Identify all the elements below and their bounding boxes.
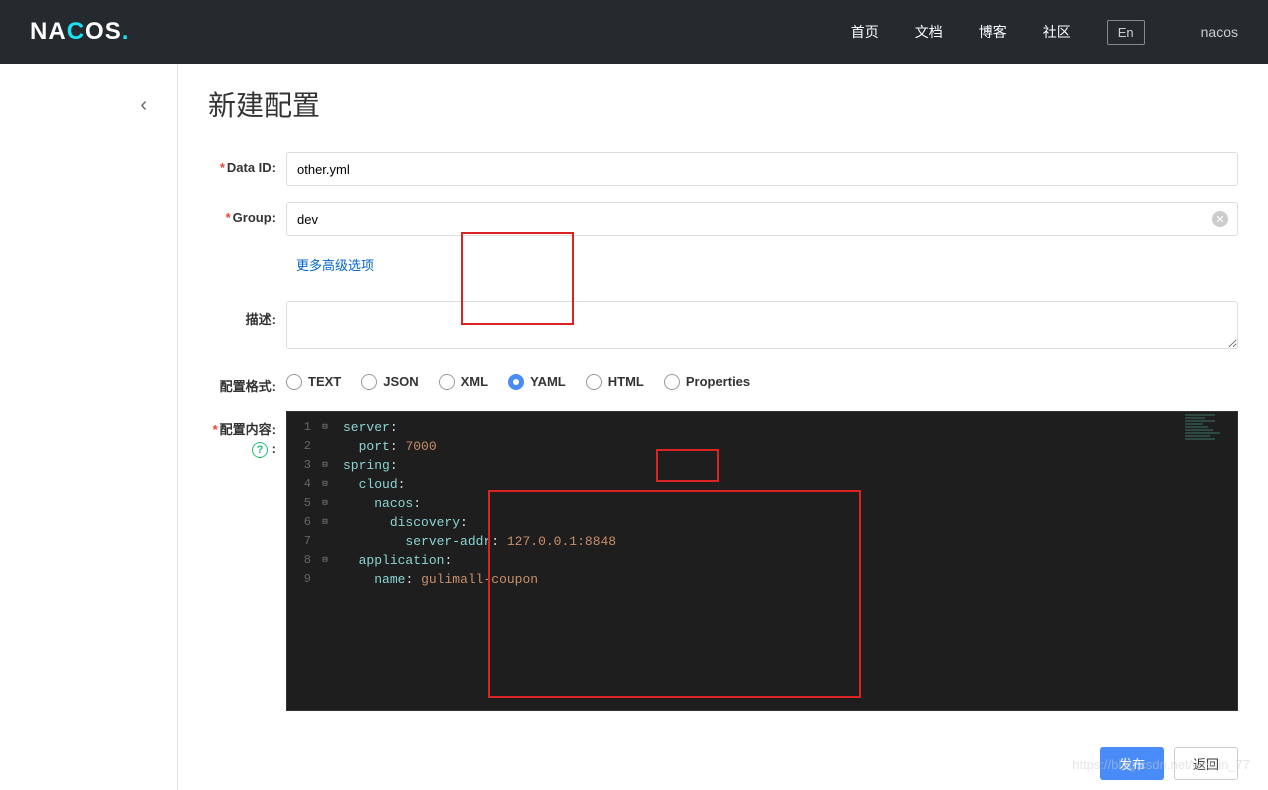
main-content: 新建配置 *Data ID: *Group: ✕ 更多高级选项 描述: 配置格式… bbox=[178, 64, 1268, 790]
top-header: NACOS. 首页 文档 博客 社区 En nacos bbox=[0, 0, 1268, 64]
code-editor[interactable]: 123456789 ⊟⊟⊟⊟⊟⊟ server: port: 7000sprin… bbox=[286, 411, 1238, 711]
desc-label: 描述: bbox=[246, 312, 276, 327]
format-radio-properties[interactable]: Properties bbox=[664, 374, 750, 390]
format-radio-yaml[interactable]: YAML bbox=[508, 374, 566, 390]
nav-docs[interactable]: 文档 bbox=[915, 22, 943, 42]
logo: NACOS. bbox=[30, 18, 129, 46]
back-chevron-icon[interactable]: ‹ bbox=[140, 94, 147, 117]
top-nav: 首页 文档 博客 社区 En nacos bbox=[851, 20, 1238, 45]
format-radio-text[interactable]: TEXT bbox=[286, 374, 341, 390]
content-label: 配置内容 bbox=[220, 422, 272, 437]
format-label: 配置格式: bbox=[220, 379, 276, 394]
user-menu[interactable]: nacos bbox=[1201, 24, 1238, 40]
help-icon[interactable]: ? bbox=[252, 442, 268, 458]
editor-code[interactable]: server: port: 7000spring: cloud: nacos: … bbox=[335, 412, 1237, 710]
nav-community[interactable]: 社区 bbox=[1043, 22, 1071, 42]
clear-group-icon[interactable]: ✕ bbox=[1212, 211, 1228, 227]
nav-home[interactable]: 首页 bbox=[851, 22, 879, 42]
data-id-label: Data ID: bbox=[227, 160, 276, 175]
format-radio-json[interactable]: JSON bbox=[361, 374, 418, 390]
watermark: https://blog.csdn.net/weixin_77 bbox=[1072, 757, 1250, 772]
nav-blog[interactable]: 博客 bbox=[979, 22, 1007, 42]
editor-fold-column: ⊟⊟⊟⊟⊟⊟ bbox=[315, 412, 335, 710]
format-radio-html[interactable]: HTML bbox=[586, 374, 644, 390]
editor-gutter: 123456789 bbox=[287, 412, 315, 710]
sidebar: ‹ bbox=[0, 64, 178, 790]
lang-toggle[interactable]: En bbox=[1107, 20, 1145, 45]
data-id-input[interactable] bbox=[286, 152, 1238, 186]
advanced-options-link[interactable]: 更多高级选项 bbox=[296, 252, 374, 281]
format-radio-xml[interactable]: XML bbox=[439, 374, 488, 390]
group-label: Group: bbox=[233, 210, 276, 225]
page-title: 新建配置 bbox=[208, 84, 1238, 124]
group-input[interactable] bbox=[286, 202, 1238, 236]
editor-minimap[interactable] bbox=[1185, 414, 1235, 454]
desc-textarea[interactable] bbox=[286, 301, 1238, 349]
